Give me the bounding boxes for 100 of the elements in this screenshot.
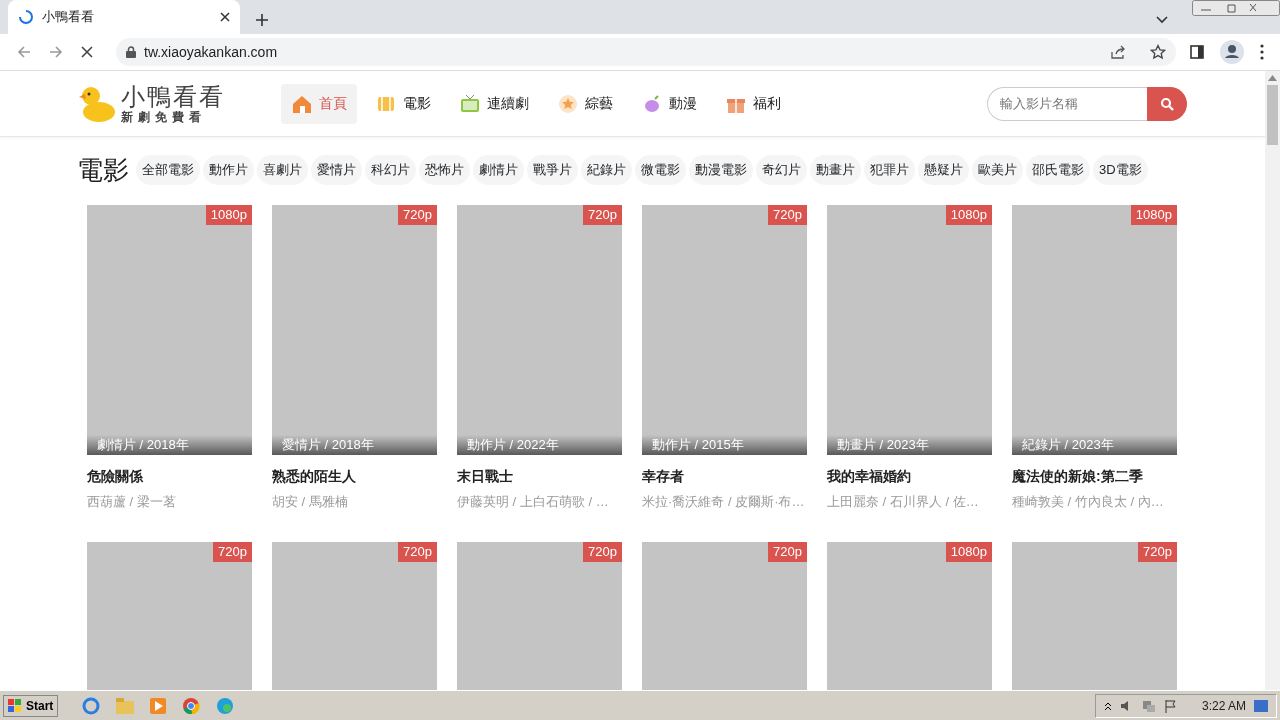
movie-title[interactable]: 幸存者 bbox=[642, 466, 807, 487]
quality-badge: 1080p bbox=[1130, 205, 1177, 225]
filter-chip[interactable]: 科幻片 bbox=[365, 155, 416, 185]
genre-year: 愛情片 / 2018年 bbox=[272, 435, 437, 455]
tray-expand-icon[interactable] bbox=[1103, 700, 1112, 711]
quality-badge: 1080p bbox=[205, 205, 252, 225]
filter-chip[interactable]: 奇幻片 bbox=[756, 155, 807, 185]
filter-chip[interactable]: 懸疑片 bbox=[918, 155, 969, 185]
new-tab-icon[interactable] bbox=[256, 14, 268, 26]
movie-poster[interactable]: 720p bbox=[272, 541, 437, 690]
filter-chip[interactable]: 3D電影 bbox=[1093, 155, 1148, 185]
share-icon[interactable] bbox=[1110, 44, 1126, 60]
loading-icon bbox=[18, 9, 34, 25]
filter-chip[interactable]: 動漫電影 bbox=[689, 155, 753, 185]
filter-chip[interactable]: 劇情片 bbox=[473, 155, 524, 185]
movie-cast: 伊藤英明 / 上白石萌歌 / … bbox=[457, 493, 610, 511]
movie-poster[interactable]: 720p bbox=[1012, 541, 1177, 690]
filter-chip[interactable]: 動畫片 bbox=[810, 155, 861, 185]
movie-cast: 米拉·喬沃維奇 / 皮爾斯·布… bbox=[642, 493, 806, 511]
genre-year: 動作片 / 2015年 bbox=[642, 435, 807, 455]
filter-chip[interactable]: 微電影 bbox=[635, 155, 686, 185]
close-icon[interactable] bbox=[220, 12, 230, 22]
side-panel-icon[interactable] bbox=[1190, 45, 1204, 59]
start-button[interactable]: Start bbox=[3, 694, 59, 717]
flag-icon[interactable] bbox=[1163, 698, 1178, 713]
browser-tab[interactable]: 小鴨看看 bbox=[8, 0, 240, 34]
window-controls-icon[interactable] bbox=[1192, 0, 1280, 16]
quality-badge: 720p bbox=[1138, 541, 1177, 562]
genre-year: 劇情片 / 2018年 bbox=[87, 435, 252, 455]
movie-poster[interactable]: 720p 動作片 / 2015年 bbox=[642, 205, 807, 455]
filter-chip[interactable]: 恐怖片 bbox=[419, 155, 470, 185]
scroll-up-icon[interactable] bbox=[1268, 75, 1277, 81]
movie-poster[interactable]: 720p bbox=[87, 541, 252, 690]
movie-title[interactable]: 魔法使的新娘:第二季 bbox=[1012, 466, 1177, 487]
genre-year: 動作片 / 2022年 bbox=[457, 435, 622, 455]
movie-poster[interactable]: 1080p bbox=[827, 541, 992, 690]
quality-badge: 720p bbox=[213, 541, 252, 562]
movie-poster[interactable]: 1080p 動畫片 / 2023年 bbox=[827, 205, 992, 455]
filter-chip[interactable]: 動作片 bbox=[203, 155, 254, 185]
lock-icon bbox=[126, 46, 136, 58]
search-button[interactable] bbox=[1147, 86, 1187, 121]
url-text: tw.xiaoyakankan.com bbox=[144, 42, 279, 62]
stop-icon[interactable] bbox=[80, 45, 94, 59]
chrome-icon[interactable] bbox=[182, 696, 201, 715]
genre-year: 紀錄片 / 2023年 bbox=[1012, 435, 1177, 455]
clock: 3:22 AM bbox=[1201, 697, 1246, 715]
quality-badge: 720p bbox=[768, 541, 807, 562]
profile-icon[interactable] bbox=[1220, 40, 1244, 64]
filter-chip[interactable]: 犯罪片 bbox=[864, 155, 915, 185]
network-icon[interactable] bbox=[1141, 698, 1156, 713]
nav-link[interactable]: 綜藝 bbox=[547, 83, 623, 124]
menu-icon[interactable] bbox=[1260, 44, 1264, 60]
nav-link[interactable]: 連續劇 bbox=[449, 83, 539, 124]
tab-title: 小鴨看看 bbox=[42, 8, 95, 27]
movie-poster[interactable]: 720p bbox=[642, 541, 807, 690]
quality-badge: 1080p bbox=[945, 205, 992, 225]
filter-chip[interactable]: 喜劇片 bbox=[257, 155, 308, 185]
genre-year: 動畫片 / 2023年 bbox=[827, 435, 992, 455]
quality-badge: 720p bbox=[398, 205, 437, 225]
tab-list-icon[interactable] bbox=[1156, 16, 1168, 24]
address-bar[interactable]: tw.xiaoyakankan.com bbox=[116, 38, 1176, 66]
filter-chip[interactable]: 紀錄片 bbox=[581, 155, 632, 185]
movie-poster[interactable]: 1080p 紀錄片 / 2023年 bbox=[1012, 205, 1177, 455]
browser-icon[interactable] bbox=[82, 696, 101, 715]
category-title: 電影 bbox=[77, 157, 129, 183]
star-icon[interactable] bbox=[1150, 44, 1166, 60]
movie-title[interactable]: 危險關係 bbox=[87, 466, 252, 487]
nav-link[interactable]: 電影 bbox=[365, 83, 441, 124]
quality-badge: 1080p bbox=[945, 541, 992, 562]
movie-title[interactable]: 熟悉的陌生人 bbox=[272, 466, 437, 487]
movie-title[interactable]: 末日戰士 bbox=[457, 466, 622, 487]
movie-cast: 胡安 / 馬雅楠 bbox=[272, 493, 349, 511]
filter-chip[interactable]: 歐美片 bbox=[972, 155, 1023, 185]
search-field[interactable]: 輸入影片名稱 bbox=[987, 86, 1147, 121]
quality-badge: 720p bbox=[583, 205, 622, 225]
show-desktop-icon[interactable] bbox=[1254, 699, 1268, 712]
back-icon[interactable] bbox=[16, 44, 32, 60]
filter-chip[interactable]: 愛情片 bbox=[311, 155, 362, 185]
filter-chip[interactable]: 全部電影 bbox=[136, 155, 200, 185]
tv-icon bbox=[459, 92, 481, 115]
duck-logo-icon bbox=[77, 84, 117, 123]
nav-link[interactable]: 福利 bbox=[715, 83, 791, 124]
movie-title[interactable]: 我的幸福婚約 bbox=[827, 466, 992, 487]
logo-title: 小鴨看看 bbox=[121, 83, 225, 110]
quality-badge: 720p bbox=[398, 541, 437, 562]
scrollbar-thumb[interactable] bbox=[1267, 85, 1278, 145]
movie-poster[interactable]: 720p 愛情片 / 2018年 bbox=[272, 205, 437, 455]
movie-poster[interactable]: 720p bbox=[457, 541, 622, 690]
filter-chip[interactable]: 戰爭片 bbox=[527, 155, 578, 185]
nav-link[interactable]: 首頁 bbox=[281, 83, 357, 124]
movie-poster[interactable]: 1080p 劇情片 / 2018年 bbox=[87, 205, 252, 455]
movie-cast: 上田麗奈 / 石川界人 / 佐… bbox=[827, 493, 980, 511]
filter-chip[interactable]: 邵氏電影 bbox=[1026, 155, 1090, 185]
nav-link[interactable]: 動漫 bbox=[631, 83, 707, 124]
search-icon bbox=[1160, 97, 1174, 112]
windows-logo-icon bbox=[8, 698, 22, 713]
forward-icon[interactable] bbox=[48, 44, 64, 60]
scrollbar[interactable] bbox=[1265, 71, 1280, 690]
movie-poster[interactable]: 720p 動作片 / 2022年 bbox=[457, 205, 622, 455]
media-player-icon[interactable] bbox=[150, 697, 167, 714]
